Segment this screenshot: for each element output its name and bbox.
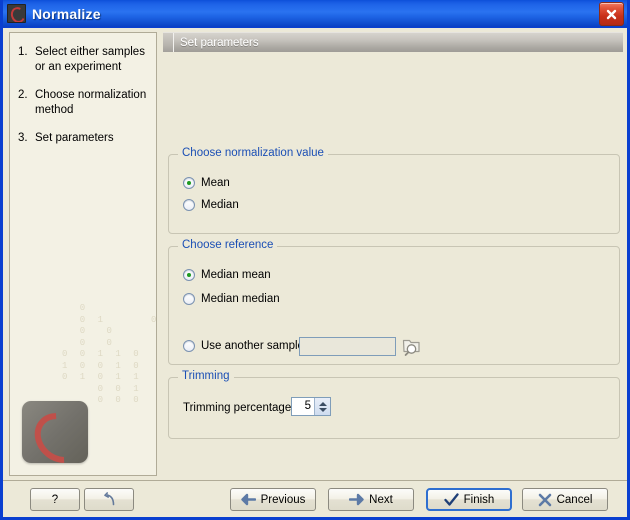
dialog-body: 0 0 1 0 0 0 1 0 0 1 0 0 1 1 0 1 0 0 1 0 … — [3, 28, 627, 517]
clc-logo-icon — [7, 4, 26, 23]
radio-indicator-icon — [183, 199, 195, 211]
sidebar-item-select-samples[interactable]: 1. Select either samples or an experimen… — [18, 45, 148, 75]
step-number: 3. — [18, 132, 28, 144]
radio-mean[interactable]: Mean — [183, 177, 230, 189]
previous-button[interactable]: Previous — [230, 488, 316, 511]
radio-label: Median — [201, 199, 239, 211]
group-normalization-value: Choose normalization value Mean Median — [168, 147, 620, 234]
help-button-label: ? — [51, 493, 59, 506]
group-title: Choose normalization value — [178, 147, 328, 159]
sidebar-item-choose-method[interactable]: 2. Choose normalization method — [18, 88, 148, 118]
panel-content: Choose normalization value Mean Median C… — [163, 52, 623, 476]
chevron-up-icon[interactable] — [318, 401, 327, 406]
radio-label: Median mean — [201, 269, 271, 281]
radio-median-median[interactable]: Median median — [183, 293, 280, 305]
panel-gripper-icon — [163, 33, 174, 53]
radio-indicator-icon — [183, 293, 195, 305]
checkmark-icon — [444, 492, 459, 506]
previous-button-label: Previous — [260, 493, 306, 506]
page-title: Set parameters — [180, 37, 259, 49]
normalize-dialog: Normalize 0 0 1 0 0 0 1 0 0 1 0 0 1 1 0 … — [0, 0, 630, 520]
clc-bio-logo — [22, 401, 88, 463]
cancel-button-label: Cancel — [556, 493, 593, 506]
step-number: 1. — [18, 46, 28, 58]
parameters-panel: Set parameters Choose normalization valu… — [163, 32, 623, 476]
step-number: 2. — [18, 89, 28, 101]
undo-arrow-icon — [103, 492, 114, 506]
close-x-icon — [538, 493, 551, 506]
reset-button[interactable] — [84, 488, 134, 511]
arrow-left-icon — [240, 493, 256, 506]
dialog-button-bar: ? Previous Next Finish Cancel — [3, 480, 627, 517]
radio-label: Mean — [201, 177, 230, 189]
group-title: Choose reference — [178, 239, 278, 251]
group-title: Trimming — [178, 370, 234, 382]
finish-button[interactable]: Finish — [426, 488, 512, 511]
sidebar-item-set-parameters[interactable]: 3. Set parameters — [18, 131, 148, 146]
radio-median[interactable]: Median — [183, 199, 239, 211]
step-label: Select either samples or an experiment — [35, 46, 145, 73]
next-button[interactable]: Next — [328, 488, 414, 511]
steps-list: 1. Select either samples or an experimen… — [10, 33, 156, 146]
help-button[interactable]: ? — [30, 488, 80, 511]
finish-button-label: Finish — [463, 493, 495, 506]
sample-input[interactable] — [299, 337, 396, 356]
stepper-value[interactable]: 5 — [292, 398, 314, 415]
chevron-down-icon[interactable] — [318, 407, 327, 412]
group-trimming: Trimming Trimming percentage 5 — [168, 370, 620, 439]
radio-indicator-icon — [183, 269, 195, 281]
window-title: Normalize — [32, 5, 101, 22]
radio-label: Median median — [201, 293, 280, 305]
wizard-steps-sidebar: 0 0 1 0 0 0 1 0 0 1 0 0 1 1 0 1 0 0 1 0 … — [9, 32, 157, 476]
cancel-button[interactable]: Cancel — [522, 488, 608, 511]
radio-median-mean[interactable]: Median mean — [183, 269, 271, 281]
group-reference: Choose reference Median mean Median medi… — [168, 239, 620, 365]
trimming-percentage-stepper[interactable]: 5 — [291, 397, 331, 416]
stepper-buttons — [314, 398, 330, 415]
close-icon[interactable] — [599, 2, 624, 26]
panel-header: Set parameters — [163, 32, 623, 53]
trimming-percentage-label: Trimming percentage — [183, 402, 292, 414]
step-label: Set parameters — [35, 132, 114, 144]
step-label: Choose normalization method — [35, 89, 147, 116]
binary-watermark: 0 0 1 0 0 0 1 0 0 1 0 0 1 1 0 1 0 0 1 0 … — [62, 303, 156, 405]
radio-indicator-icon — [183, 177, 195, 189]
radio-label: Use another sample — [201, 340, 304, 352]
arrow-right-icon — [349, 493, 364, 506]
radio-use-another-sample[interactable]: Use another sample — [183, 340, 304, 352]
folder-search-icon[interactable] — [401, 335, 423, 357]
title-bar: Normalize — [3, 0, 627, 28]
next-button-label: Next — [369, 493, 393, 506]
radio-indicator-icon — [183, 340, 195, 352]
